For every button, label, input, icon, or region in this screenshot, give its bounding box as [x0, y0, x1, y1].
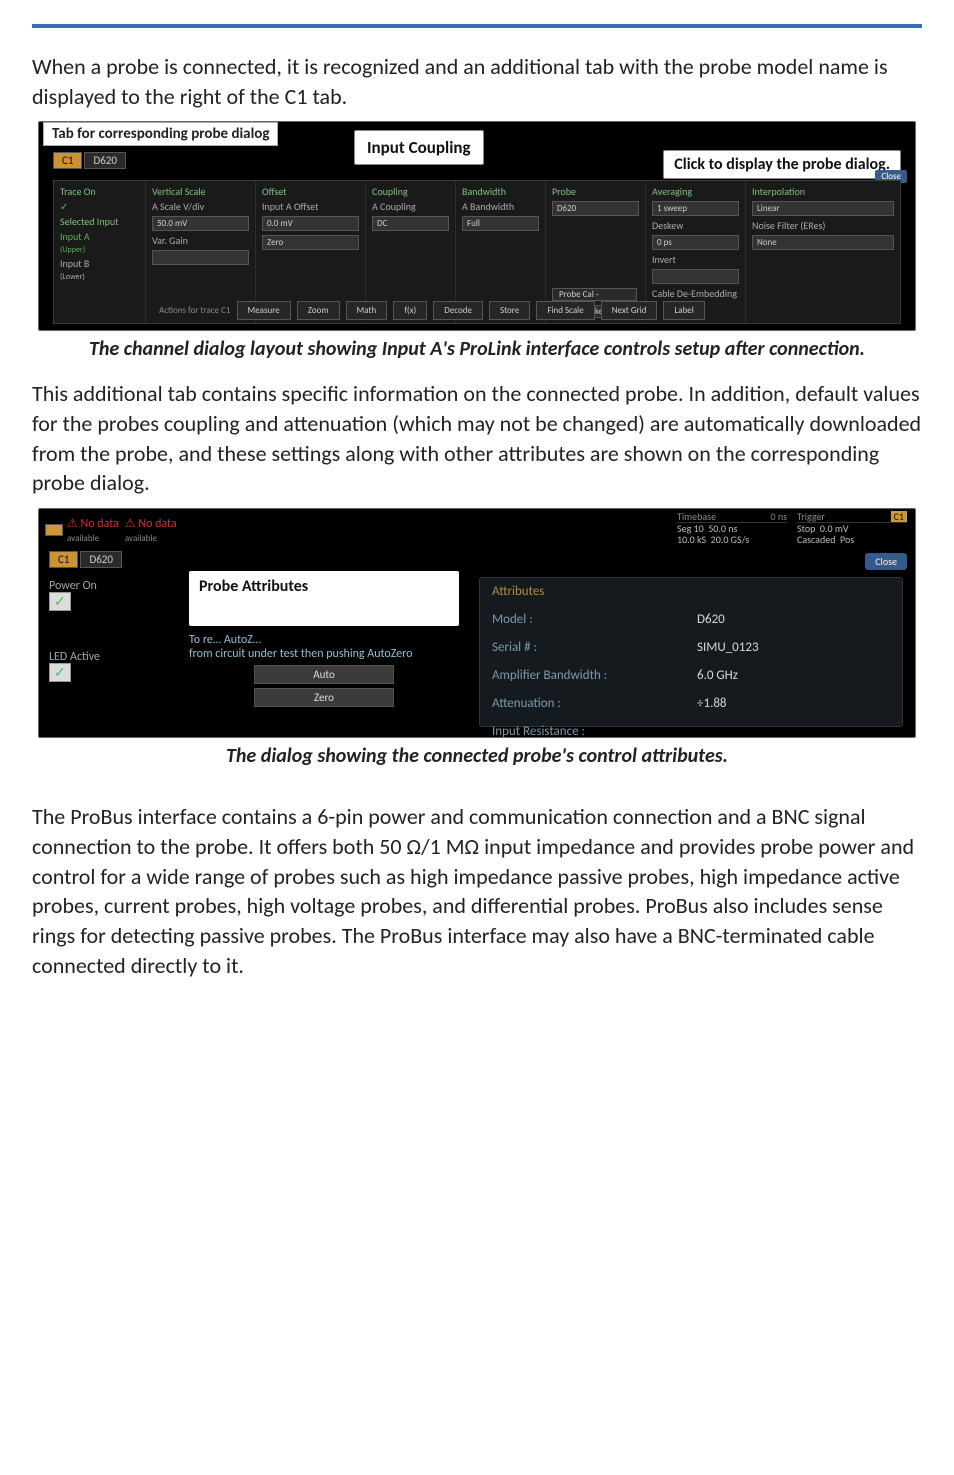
averaging-value[interactable]: 1 sweep — [652, 201, 739, 216]
autozero-desc: from circuit under test then pushing Aut… — [189, 647, 412, 661]
acoupling-label: A Coupling — [372, 200, 449, 213]
to-re-text: To re… — [189, 633, 221, 647]
interpolation-value[interactable]: Linear — [752, 201, 894, 216]
attr-attenuation-label: Attenuation : — [492, 696, 685, 722]
tab-c1[interactable]: C1 — [53, 152, 82, 169]
power-on-checkbox[interactable]: ✓ — [49, 592, 71, 611]
tab-d620[interactable]: D620 — [84, 152, 126, 169]
noise-filter-label: Noise Filter (ERes) — [752, 219, 894, 232]
attr-serial-value: SIMU_0123 — [697, 640, 890, 666]
input-a-upper: (Upper) — [60, 245, 139, 255]
timebase-readout[interactable]: Timebase0 ns Seg 10 50.0 ns 10.0 kS 20.0… — [677, 511, 787, 547]
abandwidth-label: A Bandwidth — [462, 200, 539, 213]
attr-inres-value — [697, 724, 890, 738]
input-a-label[interactable]: Input A — [60, 230, 139, 243]
header-rule — [32, 24, 922, 28]
label-button[interactable]: Label — [663, 301, 704, 320]
attr-ampbw-value: 6.0 GHz — [697, 668, 890, 694]
probe-attributes-callout: Probe Attributes — [189, 571, 459, 626]
noise-filter-value[interactable]: None — [752, 235, 894, 250]
channel-tabs: C1 D620 — [53, 152, 126, 169]
probe-attributes-screenshot: ⚠ No dataavailable ⚠ No dataavailable Ti… — [38, 508, 916, 738]
vertical-scale-header: Vertical Scale — [152, 185, 249, 198]
deskew-label: Deskew — [652, 219, 739, 232]
measure-button[interactable]: Measure — [237, 301, 291, 320]
top-readout-bar: ⚠ No dataavailable ⚠ No dataavailable Ti… — [39, 509, 915, 547]
bottom-paragraph: The ProBus interface contains a 6-pin po… — [32, 802, 922, 980]
actions-header: Actions for trace C1 — [159, 305, 231, 316]
zoom-button[interactable]: Zoom — [297, 301, 340, 320]
probe-attributes-heading: Probe Attributes — [199, 577, 449, 596]
led-active-checkbox[interactable]: ✓ — [49, 663, 71, 682]
invert-checkbox[interactable] — [652, 269, 739, 284]
tab-c1[interactable]: C1 — [49, 551, 78, 568]
ascale-label: A Scale V/div — [152, 200, 249, 213]
abandwidth-value[interactable]: Full — [462, 216, 539, 231]
probe-tabs: C1 D620 — [49, 551, 122, 568]
probe-header: Probe — [552, 185, 639, 198]
input-b-lower: (Lower) — [60, 272, 139, 282]
autoz-text: AutoZ… — [224, 633, 261, 647]
interpolation-header: Interpolation — [752, 185, 894, 198]
trace-on-label: Trace On — [60, 185, 139, 198]
decode-button[interactable]: Decode — [433, 301, 483, 320]
store-button[interactable]: Store — [489, 301, 530, 320]
auto-button[interactable]: Auto — [254, 665, 394, 684]
probe-cal-button[interactable]: Probe Cal - — [552, 288, 637, 301]
selected-input-label: Selected Input — [60, 215, 139, 228]
math-button[interactable]: Math — [346, 301, 388, 320]
probe-d620[interactable]: D620 — [552, 201, 639, 216]
zero-button[interactable]: Zero — [254, 688, 394, 707]
attr-model-label: Model : — [492, 612, 685, 638]
figure-2-caption: The dialog showing the connected probe's… — [32, 744, 922, 768]
attr-ampbw-label: Amplifier Bandwidth : — [492, 668, 685, 694]
input-offset-label: Input A Offset — [262, 200, 359, 213]
invert-label: Invert — [652, 253, 739, 266]
callout-display-probe-dialog: Click to display the probe dialog. — [663, 150, 901, 179]
trigger-readout[interactable]: TriggerC1 Stop 0.0 mV Cascaded Pos — [797, 511, 907, 547]
c1-badge-icon — [45, 524, 63, 536]
middle-paragraph: This additional tab contains specific in… — [32, 379, 922, 498]
screenshot-callout-tab: Tab for corresponding probe dialog — [43, 122, 278, 146]
input-offset-value[interactable]: 0.0 mV — [262, 216, 359, 231]
power-on-label: Power On — [49, 579, 179, 593]
autozero-block: To re… AutoZ… from circuit under test th… — [189, 633, 459, 711]
readout-right: Timebase0 ns Seg 10 50.0 ns 10.0 kS 20.0… — [677, 511, 907, 547]
attr-model-value: D620 — [697, 612, 890, 638]
callout-input-coupling: Input Coupling — [354, 130, 484, 165]
led-active-label: LED Active — [49, 650, 179, 664]
coupling-header: Coupling — [372, 185, 449, 198]
vargain-checkbox[interactable] — [152, 250, 249, 265]
averaging-header: Averaging — [652, 185, 739, 198]
probe-left-controls: Power On ✓ LED Active ✓ — [49, 579, 179, 731]
attr-inres-label: Input Resistance : — [492, 724, 685, 738]
channel-dialog-screenshot: Tab for corresponding probe dialog Input… — [38, 121, 916, 331]
cable-deembedding-label: Cable De-Embedding — [652, 287, 739, 300]
intro-paragraph: When a probe is connected, it is recogni… — [32, 52, 922, 111]
attributes-header: Attributes — [492, 584, 890, 610]
zero-button[interactable]: Zero — [262, 235, 359, 250]
next-grid-button[interactable]: Next Grid — [601, 301, 658, 320]
no-data-badge-1: ⚠ No dataavailable — [45, 513, 119, 547]
ascale-value[interactable]: 50.0 mV — [152, 216, 249, 231]
actions-row: Actions for trace C1 Measure Zoom Math f… — [159, 301, 705, 320]
attr-attenuation-value: ÷1.88 — [697, 696, 890, 722]
attributes-panel: Attributes Model : D620 Serial # : SIMU_… — [479, 577, 903, 727]
trace-on-checkbox[interactable]: ✓ — [60, 200, 139, 213]
offset-header: Offset — [262, 185, 359, 198]
tab-d620[interactable]: D620 — [80, 551, 122, 568]
acoupling-value[interactable]: DC — [372, 216, 449, 231]
attr-serial-label: Serial # : — [492, 640, 685, 666]
fx-button[interactable]: f(x) — [393, 301, 427, 320]
deskew-value[interactable]: 0 ps — [652, 235, 739, 250]
input-b-label[interactable]: Input B — [60, 257, 139, 270]
vargain-label: Var. Gain — [152, 234, 249, 247]
no-data-badge-2: ⚠ No dataavailable — [125, 513, 177, 547]
figure-1-caption: The channel dialog layout showing Input … — [32, 337, 922, 361]
close-button[interactable]: Close — [865, 553, 907, 570]
find-scale-button[interactable]: Find Scale — [536, 301, 594, 320]
bandwidth-header: Bandwidth — [462, 185, 539, 198]
